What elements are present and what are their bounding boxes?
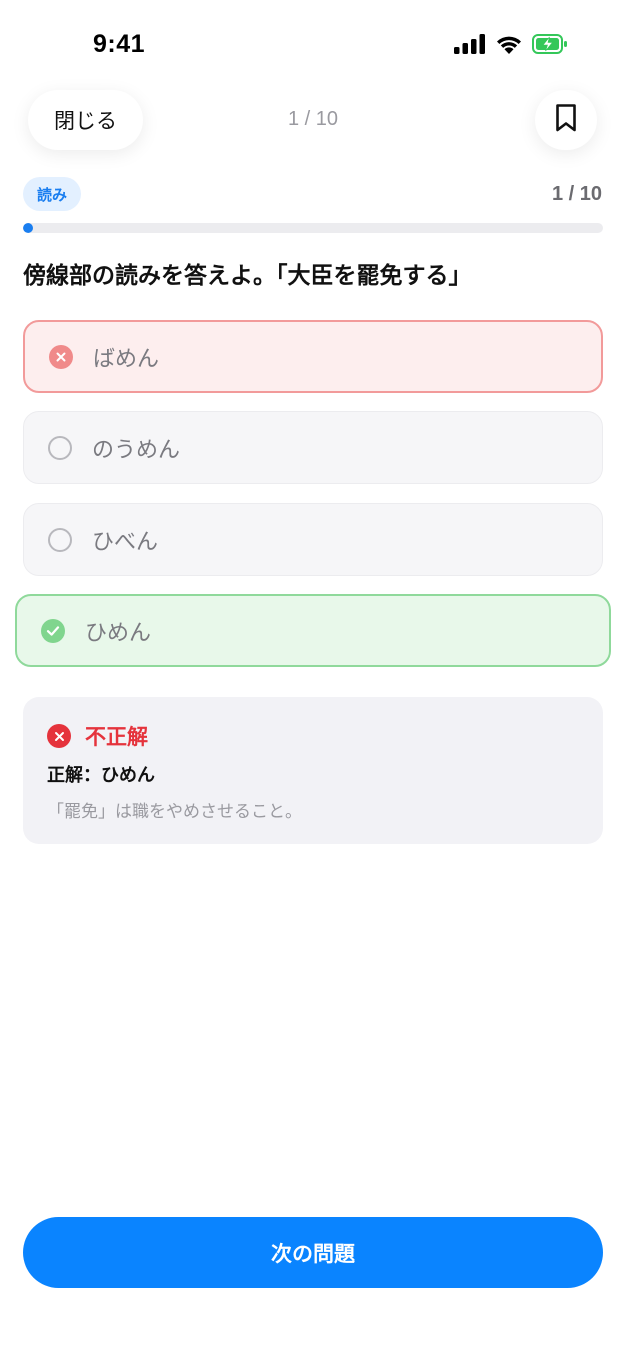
progress-bar [23,223,603,233]
feedback-header: 不正解 [47,721,148,751]
category-badge: 読み [23,177,82,211]
bookmark-icon [555,103,577,137]
wifi-icon [495,34,523,54]
wrong-mark-icon [49,344,73,369]
choice-label: のうめん [92,437,181,463]
choice-label: ひべん [92,529,159,555]
correct-answer-text: 正解：ひめん [47,765,155,786]
question-text: 傍線部の読みを答えよ。「大臣を罷免する」 [23,263,472,289]
feedback-status: 不正解 [85,725,148,749]
signal-icon [454,34,486,54]
explanation-text: 「罷免」は職をやめさせること。 [47,802,302,822]
choice-option-4[interactable]: ひめん [15,594,611,667]
choice-label: ばめん [93,346,160,372]
answer-feedback-panel: 不正解 正解：ひめん 「罷免」は職をやめさせること。 [23,697,603,844]
next-question-button[interactable]: 次の問題 [23,1217,603,1288]
status-icons [454,34,568,54]
bookmark-button[interactable] [535,90,597,150]
quiz-screen: 9:41 閉じる 1 / 10 読み 1 / 10 傍線部の読みを答えよ。「大臣… [0,0,626,1360]
progress-count: 1 / 10 [551,183,602,205]
choice-option-1[interactable]: ばめん [23,320,603,393]
error-icon [47,724,71,748]
check-mark-icon [41,618,65,643]
status-time: 9:41 [93,30,146,58]
battery-charging-icon [532,34,568,54]
radio-empty-icon [48,527,72,552]
choice-option-3[interactable]: ひべん [23,503,603,576]
choice-label: ひめん [85,620,152,646]
progress-fill [23,223,33,233]
radio-empty-icon [48,435,72,460]
question-counter: 1 / 10 [287,108,339,130]
choice-option-2[interactable]: のうめん [23,411,603,484]
